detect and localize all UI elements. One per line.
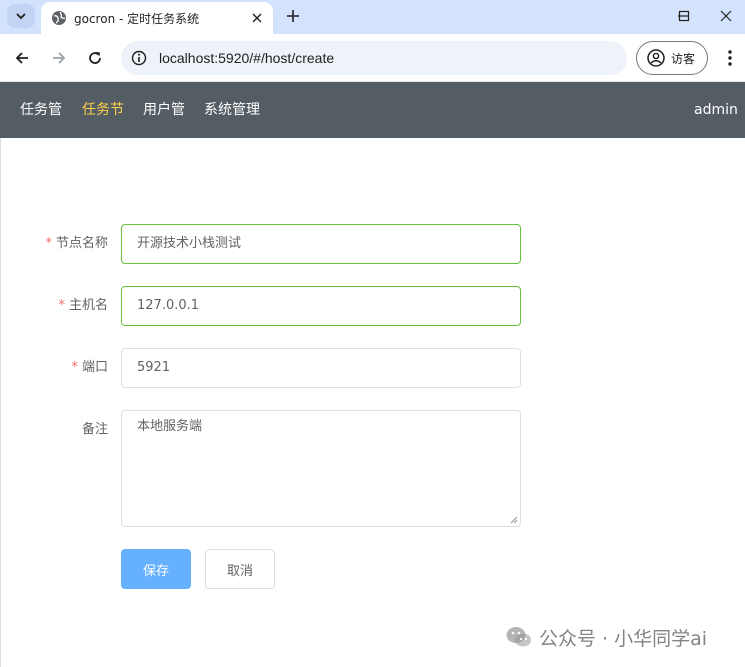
browser-tab[interactable]: gocron - 定时任务系统 (41, 2, 273, 34)
watermark: 公众号 · 小华同学ai (505, 622, 707, 652)
chevron-down-icon (16, 13, 26, 20)
hostname-label: * 主机名 (58, 298, 108, 313)
forward-button[interactable] (47, 46, 71, 70)
port-input[interactable]: 5921 (121, 348, 521, 388)
remark-label: 备注 (81, 422, 108, 437)
nav-item-user-manage[interactable]: 用户管 (143, 82, 185, 138)
hostname-input[interactable]: 127.0.0.1 (121, 286, 521, 326)
watermark-text: 公众号 · 小华同学ai (539, 627, 708, 650)
guest-profile-button[interactable]: 访客 (636, 41, 708, 75)
reload-icon (89, 52, 101, 64)
tab-search-button[interactable] (7, 4, 35, 28)
profile-icon (647, 49, 665, 67)
port-label: * 端口 (71, 360, 108, 375)
remark-text: 本地服务端 (137, 419, 203, 434)
maximize-button[interactable] (661, 2, 706, 30)
user-menu[interactable]: admin (694, 82, 738, 138)
browser-tab-strip: gocron - 定时任务系统 (0, 0, 745, 34)
resize-grip-icon[interactable] (510, 516, 518, 524)
back-button[interactable] (10, 46, 34, 70)
save-button[interactable]: 保存 (121, 549, 191, 589)
tab-title: gocron - 定时任务系统 (74, 11, 200, 26)
cancel-button[interactable]: 取消 (205, 549, 275, 589)
guest-label: 访客 (671, 51, 696, 66)
more-vert-icon (728, 50, 732, 66)
url-text: localhost:5920/#/host/create (159, 50, 335, 66)
wechat-icon (506, 627, 531, 647)
address-bar[interactable]: localhost:5920/#/host/create (121, 41, 627, 75)
required-mark: * (58, 298, 65, 313)
node-name-input[interactable]: 开源技术小栈测试 (121, 224, 521, 264)
nav-item-task-manage[interactable]: 任务管 (20, 82, 62, 138)
arrow-left-icon (15, 52, 28, 64)
browser-menu-button[interactable] (720, 47, 740, 69)
globe-icon (51, 10, 67, 26)
browser-toolbar: localhost:5920/#/host/create 访客 (0, 34, 745, 82)
close-window-button[interactable] (707, 2, 745, 30)
nav-item-system-manage[interactable]: 系统管理 (204, 82, 260, 138)
remark-textarea[interactable]: 本地服务端 (121, 410, 521, 527)
reload-button[interactable] (83, 46, 107, 70)
plus-icon (287, 10, 299, 22)
arrow-right-icon (53, 52, 66, 64)
new-tab-button[interactable] (283, 6, 303, 26)
app-header: 任务管 任务节 用户管 系统管理 admin (0, 82, 745, 138)
maximize-icon (678, 10, 689, 22)
node-name-label: * 节点名称 (45, 236, 108, 251)
page-left-border (0, 138, 1, 667)
close-tab-icon[interactable] (249, 10, 265, 26)
required-mark: * (71, 360, 78, 375)
nav-item-task-node[interactable]: 任务节 (82, 82, 124, 138)
close-icon (720, 10, 732, 22)
required-mark: * (45, 236, 52, 251)
site-info-icon[interactable] (131, 50, 147, 66)
